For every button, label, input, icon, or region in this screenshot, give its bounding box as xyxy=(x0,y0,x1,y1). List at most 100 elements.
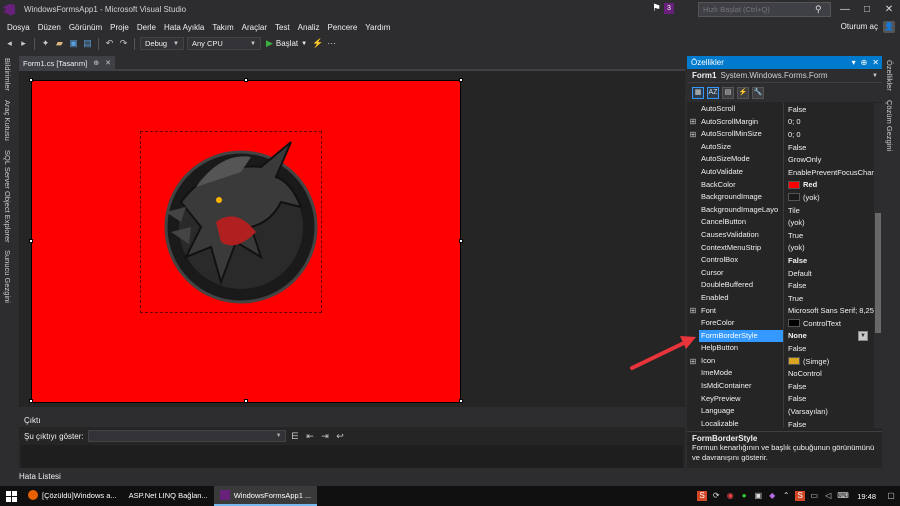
property-row[interactable]: BackColor Red xyxy=(687,178,874,192)
property-value[interactable]: False xyxy=(783,417,874,428)
property-value[interactable]: Default xyxy=(783,266,874,280)
save-all-icon[interactable]: ▤ xyxy=(82,38,93,49)
property-name[interactable]: AutoSizeMode xyxy=(699,153,783,166)
menu-proje[interactable]: Proje xyxy=(106,23,133,32)
property-name[interactable]: ImeMode xyxy=(699,367,783,380)
property-row[interactable]: AutoScroll False xyxy=(687,103,874,116)
property-pages-icon[interactable]: 🔧 xyxy=(752,86,764,99)
forward-icon[interactable]: ▸ xyxy=(18,38,29,49)
property-value[interactable]: False xyxy=(783,380,874,393)
notifications-button[interactable]: ⚑ 3 xyxy=(652,3,674,14)
expand-icon[interactable]: ⊞ xyxy=(687,357,699,366)
property-row[interactable]: ⊞ AutoScrollMargin 0; 0 xyxy=(687,115,874,129)
property-row[interactable]: BackgroundImage (yok) xyxy=(687,191,874,204)
tab-sunucu-gezgini[interactable]: Sunucu Gezgini xyxy=(3,250,12,303)
property-value[interactable]: 0; 0 xyxy=(783,115,874,129)
property-value[interactable]: False xyxy=(783,279,874,292)
property-row[interactable]: ⊞ Icon (Simge) xyxy=(687,354,874,368)
menu-araclar[interactable]: Araçlar xyxy=(238,23,271,32)
tab-bildirimler[interactable]: Bildirimler xyxy=(3,58,12,91)
volume-icon[interactable]: ◁ xyxy=(823,491,833,501)
property-value[interactable]: True xyxy=(783,291,874,305)
property-name[interactable]: ContextMenuStrip xyxy=(699,242,783,255)
expand-icon[interactable]: ⊞ xyxy=(687,130,699,139)
property-name[interactable]: AutoScroll xyxy=(699,103,783,116)
quick-launch-box[interactable]: ⚲ xyxy=(698,2,831,17)
resize-handle[interactable] xyxy=(459,78,463,82)
chevron-down-icon[interactable]: ▾ xyxy=(852,58,856,67)
clear-all-icon[interactable]: ⋿ xyxy=(290,431,301,442)
configuration-dropdown[interactable]: Debug ▼ xyxy=(140,37,184,50)
menu-duzen[interactable]: Düzen xyxy=(34,23,65,32)
green-app-icon[interactable]: ● xyxy=(739,491,749,501)
property-name[interactable]: AutoScrollMargin xyxy=(699,116,783,129)
quick-launch-input[interactable] xyxy=(703,5,815,14)
menu-pencere[interactable]: Pencere xyxy=(323,23,361,32)
resize-handle[interactable] xyxy=(244,78,248,82)
property-name[interactable]: Font xyxy=(699,305,783,318)
close-button[interactable]: ✕ xyxy=(878,0,900,19)
resize-handle[interactable] xyxy=(244,399,248,403)
property-name[interactable]: Language xyxy=(699,405,783,418)
overflow-icon[interactable]: ⋯ xyxy=(326,38,337,49)
property-value[interactable]: (Varsayılan) xyxy=(783,405,874,418)
property-name[interactable]: KeyPreview xyxy=(699,393,783,406)
output-source-dropdown[interactable]: ▼ xyxy=(87,430,286,442)
property-row[interactable]: BackgroundImageLayo Tile xyxy=(687,203,874,217)
property-value[interactable]: False xyxy=(783,342,874,355)
property-value[interactable]: Microsoft Sans Serif; 8,25 xyxy=(783,304,874,318)
property-row[interactable]: AutoSizeMode GrowOnly xyxy=(687,153,874,166)
property-row[interactable]: AutoSize False xyxy=(687,140,874,154)
windows-start-icon[interactable] xyxy=(0,486,22,506)
property-row[interactable]: Enabled True xyxy=(687,291,874,305)
expand-icon[interactable]: ⊞ xyxy=(687,306,699,315)
property-value[interactable]: 0; 0 xyxy=(783,128,874,141)
minimize-button[interactable]: — xyxy=(834,0,856,19)
property-name[interactable]: HelpButton xyxy=(699,342,783,355)
property-row[interactable]: ForeColor ControlText xyxy=(687,317,874,330)
property-name[interactable]: AutoScrollMinSize xyxy=(699,128,783,141)
tab-cozum-gezgini[interactable]: Çözüm Gezgini xyxy=(885,100,894,151)
opera-icon[interactable]: ◉ xyxy=(725,491,735,501)
property-value[interactable]: Red xyxy=(783,178,874,192)
dropdown-button[interactable]: ▼ xyxy=(858,330,868,341)
events-icon[interactable]: ⚡ xyxy=(737,86,749,99)
clock[interactable]: 19:48 xyxy=(857,492,876,501)
property-value[interactable]: (yok) xyxy=(783,191,874,204)
close-icon[interactable]: ✕ xyxy=(105,59,111,67)
property-value[interactable]: False xyxy=(783,254,874,267)
taskbar-item-visual-studio[interactable]: WindowsFormsApp1 ... xyxy=(213,486,318,506)
user-avatar-icon[interactable]: 👤 xyxy=(883,21,895,33)
property-value[interactable]: NoControl xyxy=(783,367,874,381)
property-row[interactable]: ⊞ Font Microsoft Sans Serif; 8,25 xyxy=(687,304,874,318)
camera-icon[interactable]: ▣ xyxy=(753,491,763,501)
taskbar-item-chrome[interactable]: ASP.Net LINQ Bağlan... xyxy=(123,486,214,506)
tab-sql-server-object-explorer[interactable]: SQL Server Object Explorer xyxy=(3,150,12,243)
property-row[interactable]: DoubleBuffered False xyxy=(687,279,874,292)
expand-icon[interactable]: ⊞ xyxy=(687,117,699,126)
menu-derle[interactable]: Derle xyxy=(133,23,160,32)
property-row[interactable]: CancelButton (yok) xyxy=(687,216,874,229)
property-name[interactable]: BackgroundImage xyxy=(699,191,783,204)
office-icon[interactable]: S xyxy=(697,491,708,501)
property-value[interactable]: ControlText xyxy=(783,317,874,330)
chevron-up-icon[interactable]: ⌃ xyxy=(781,491,791,501)
properties-icon[interactable]: ▤ xyxy=(722,86,734,99)
property-name[interactable]: Localizable xyxy=(699,418,783,428)
property-value[interactable]: True xyxy=(783,228,874,242)
property-row[interactable]: FormBorderStyle None ▼ xyxy=(687,329,874,343)
property-value[interactable]: (yok) xyxy=(783,216,874,229)
sign-in-link[interactable]: Oturum aç xyxy=(841,22,878,31)
start-button[interactable]: ▶ Başlat ▼ xyxy=(264,38,309,49)
new-project-icon[interactable]: ✦ xyxy=(40,38,51,49)
property-name[interactable]: ForeColor xyxy=(699,317,783,330)
picturebox-dragon[interactable] xyxy=(140,131,322,313)
property-name[interactable]: AutoSize xyxy=(699,141,783,154)
resize-handle[interactable] xyxy=(459,399,463,403)
action-center-icon[interactable]: ▢ xyxy=(886,491,896,501)
undo-icon[interactable]: ↶ xyxy=(104,38,115,49)
search-icon[interactable]: ⚲ xyxy=(815,4,822,15)
taskbar-item-firefox[interactable]: [Çözüldü]Windows a... xyxy=(22,486,123,506)
browser-link-icon[interactable]: ⚡ xyxy=(312,38,323,49)
object-selector[interactable]: Form1 System.Windows.Forms.Form ▼ xyxy=(687,69,882,83)
